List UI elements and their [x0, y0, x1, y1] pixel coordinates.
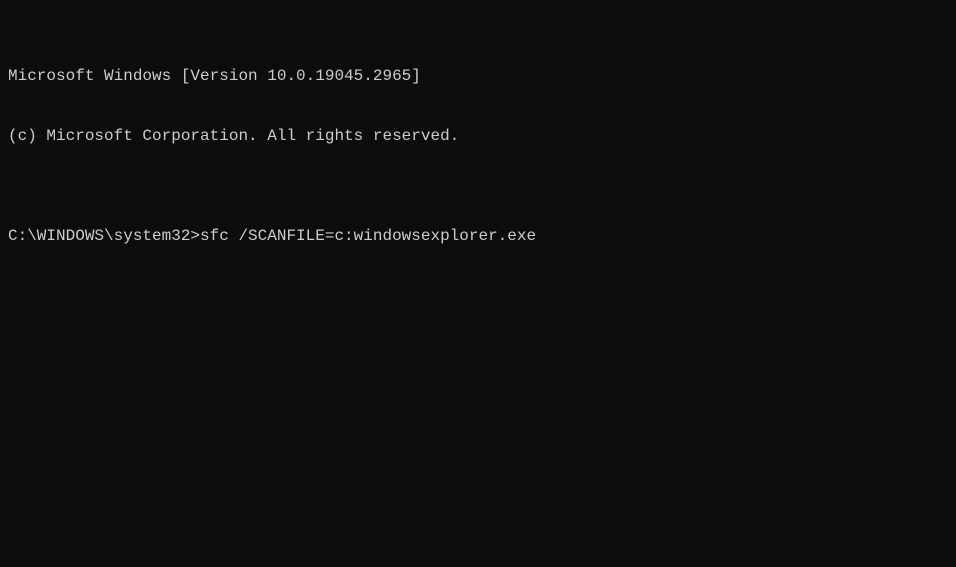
terminal-output[interactable]: Microsoft Windows [Version 10.0.19045.29… — [0, 20, 956, 272]
typed-command: sfc /SCANFILE=c:windowsexplorer.exe — [200, 226, 536, 246]
prompt-path: C:\WINDOWS\system32> — [8, 226, 200, 246]
command-prompt-line: C:\WINDOWS\system32>sfc /SCANFILE=c:wind… — [8, 226, 948, 246]
copyright-line: (c) Microsoft Corporation. All rights re… — [8, 126, 948, 146]
os-version-line: Microsoft Windows [Version 10.0.19045.29… — [8, 66, 948, 86]
window-title-bar — [0, 0, 956, 20]
